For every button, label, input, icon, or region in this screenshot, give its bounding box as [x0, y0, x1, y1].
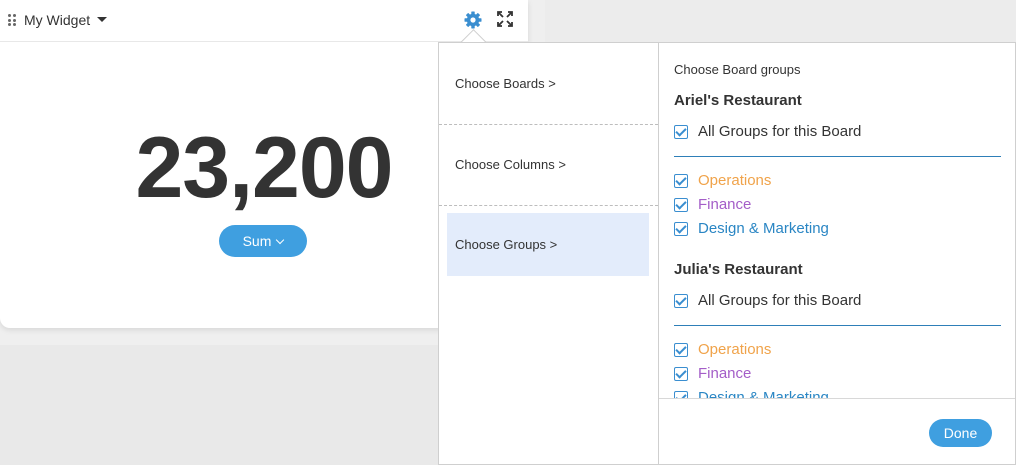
chevron-down-icon: [276, 235, 285, 245]
aggregation-dropdown[interactable]: Sum: [219, 225, 307, 257]
footer-divider: [659, 398, 1015, 399]
settings-menu: Choose Boards > Choose Columns > Choose …: [439, 43, 659, 464]
checkbox-checked-icon[interactable]: [674, 222, 688, 236]
menu-item-label: Choose Groups >: [455, 237, 558, 252]
checkbox-label: All Groups for this Board: [698, 292, 862, 309]
divider: [674, 325, 1001, 326]
widget-value: 23,200: [135, 120, 393, 216]
done-button[interactable]: Done: [929, 419, 992, 447]
checkbox-label: Operations: [698, 341, 772, 358]
checkbox-checked-icon[interactable]: [674, 174, 688, 188]
board-name: Ariel's Restaurant: [674, 92, 802, 109]
checkbox-label: Operations: [698, 172, 772, 189]
checkbox-label: Design & Marketing: [698, 220, 829, 237]
checkbox-label: Finance: [698, 365, 752, 382]
checkbox-checked-icon[interactable]: [674, 198, 688, 212]
board-name: Julia's Restaurant: [674, 261, 803, 278]
drag-handle-icon[interactable]: [8, 14, 18, 26]
background-widget-card: [0, 345, 438, 465]
menu-item-choose-boards[interactable]: Choose Boards >: [439, 43, 658, 125]
checkbox-checked-icon[interactable]: [674, 125, 688, 139]
widget-title[interactable]: My Widget: [24, 12, 90, 28]
widget-header: My Widget: [0, 0, 528, 42]
menu-item-label: Choose Columns >: [455, 157, 566, 172]
checkbox-label: Finance: [698, 196, 752, 213]
gear-icon[interactable]: [463, 10, 483, 30]
divider: [674, 156, 1001, 157]
menu-item-label: Choose Boards >: [455, 76, 556, 91]
settings-popover: Choose Boards > Choose Columns > Choose …: [438, 42, 1016, 465]
caret-down-icon[interactable]: [97, 17, 107, 22]
groups-panel-title: Choose Board groups: [674, 62, 801, 77]
checkbox-label: Design & Marketing: [698, 389, 829, 398]
background-widget-card: [545, 0, 1016, 42]
checkbox-checked-icon[interactable]: [674, 367, 688, 381]
checkbox-label: All Groups for this Board: [698, 123, 862, 140]
aggregation-label: Sum: [242, 233, 272, 249]
menu-item-choose-groups[interactable]: Choose Groups >: [447, 213, 649, 276]
checkbox-checked-icon[interactable]: [674, 391, 688, 398]
expand-icon[interactable]: [496, 10, 514, 28]
menu-item-choose-columns[interactable]: Choose Columns >: [439, 124, 658, 206]
checkbox-checked-icon[interactable]: [674, 294, 688, 308]
groups-list[interactable]: Choose Board groups Ariel's Restaurant A…: [659, 43, 1015, 398]
checkbox-checked-icon[interactable]: [674, 343, 688, 357]
